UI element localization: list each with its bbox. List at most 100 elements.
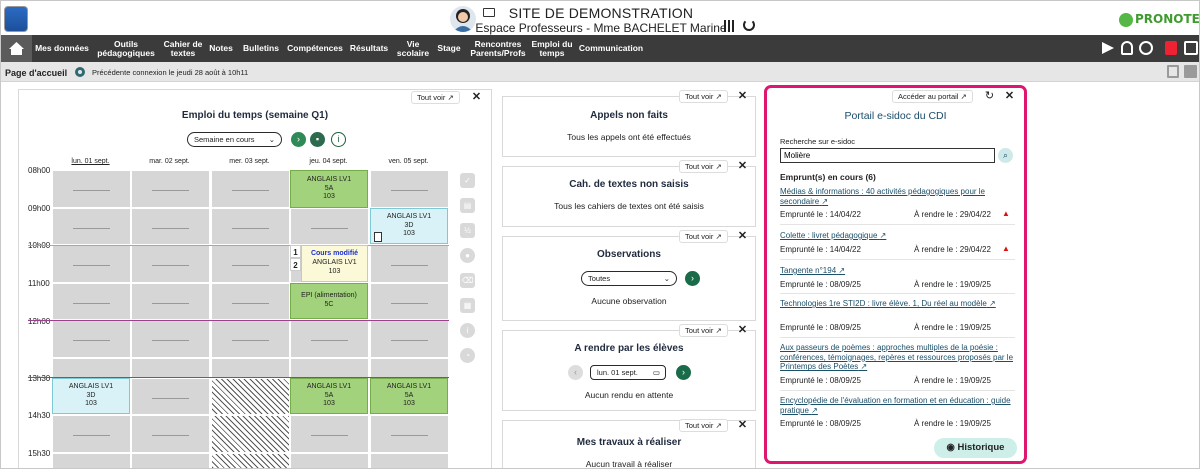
info-side-icon[interactable]: i	[460, 323, 475, 338]
nav-communication[interactable]: Communication	[576, 35, 646, 62]
nav-mes-donnees[interactable]: Mes données	[33, 35, 91, 62]
loan-title-link[interactable]: Tangente n°194 ↗	[780, 266, 1020, 276]
timetable-slot[interactable]	[370, 320, 449, 358]
nav-emploi-du-temps[interactable]: Emploi du temps	[530, 35, 574, 62]
course-card[interactable]: ANGLAIS LV1 5A 103	[290, 170, 368, 208]
timetable-slot[interactable]	[52, 170, 131, 208]
week-select[interactable]: Semaine en cours ⌄	[187, 132, 282, 147]
qr-code-icon[interactable]	[724, 20, 736, 32]
nav-notes[interactable]: Notes	[206, 35, 236, 62]
nav-rencontres[interactable]: Rencontres Parents/Profs	[467, 35, 529, 62]
skills-icon[interactable]: ●	[460, 248, 475, 263]
absence-icon[interactable]: ⌫	[460, 273, 475, 288]
timetable-slot[interactable]	[131, 378, 210, 415]
notebook-icon[interactable]: ▤	[460, 198, 475, 213]
a-rendre-close-icon[interactable]: ✕	[736, 324, 749, 337]
timetable-slot[interactable]	[211, 245, 290, 283]
course-card[interactable]: ANGLAIS LV1 3D 103	[52, 378, 130, 414]
travaux-close-icon[interactable]: ✕	[736, 419, 749, 432]
timetable-slot[interactable]	[211, 378, 290, 415]
timetable-slot[interactable]	[370, 358, 449, 378]
nav-cahier-de-textes[interactable]: Cahier de textes	[161, 35, 205, 62]
timetable-slot[interactable]	[131, 208, 210, 245]
timetable-slot[interactable]	[290, 208, 369, 245]
timetable-slot[interactable]	[131, 245, 210, 283]
loan-title-link[interactable]: Aux passeurs de poèmes : approches multi…	[780, 343, 1020, 372]
history-button[interactable]: ◉ Historique	[934, 438, 1017, 458]
timetable-slot[interactable]	[52, 208, 131, 245]
timetable-slot[interactable]	[211, 320, 290, 358]
timetable-slot[interactable]	[370, 415, 449, 453]
info-icon[interactable]: i	[331, 132, 346, 147]
report-icon[interactable]: ▦	[460, 298, 475, 313]
timetable-slot[interactable]	[370, 245, 449, 283]
timetable-slot[interactable]	[211, 283, 290, 320]
loan-title-link[interactable]: Technologies 1re STI2D : livre élève. 1,…	[780, 299, 1020, 309]
timetable-slot[interactable]	[211, 453, 290, 468]
a-rendre-date-picker[interactable]: lun. 01 sept. ▭	[590, 365, 666, 380]
observations-select[interactable]: Toutes ⌄	[581, 271, 677, 286]
course-card[interactable]: Cours modifié ANGLAIS LV1 103	[301, 245, 368, 282]
nav-bulletins[interactable]: Bulletins	[239, 35, 283, 62]
grades-icon[interactable]: ½	[460, 223, 475, 238]
observations-go-button[interactable]: ›	[685, 271, 700, 286]
day-header[interactable]: jeu. 04 sept.	[290, 158, 367, 165]
timetable-slot[interactable]	[131, 453, 210, 468]
stats-pie-icon[interactable]: ◔	[460, 348, 475, 363]
search-icon[interactable]: ⌕	[998, 148, 1013, 163]
print-icon[interactable]	[1184, 65, 1197, 78]
timetable-slot[interactable]	[131, 170, 210, 208]
timetable-slot[interactable]	[290, 453, 369, 468]
timetable-slot[interactable]	[131, 415, 210, 453]
settings-gear-icon[interactable]	[75, 67, 85, 77]
timetable-tout-voir-button[interactable]: Tout voir ↗	[411, 91, 460, 104]
refresh-icon[interactable]: ↻	[983, 90, 996, 103]
portal-access-button[interactable]: Accéder au portail ↗	[892, 90, 973, 103]
previous-date-button[interactable]: ‹	[568, 365, 583, 380]
observations-close-icon[interactable]: ✕	[736, 230, 749, 243]
timetable-slot[interactable]	[370, 453, 449, 468]
timetable-slot[interactable]	[211, 358, 290, 378]
course-card[interactable]: ANGLAIS LV1 5A 103	[370, 378, 448, 414]
course-card[interactable]: ANGLAIS LV1 5A 103	[290, 378, 368, 414]
appels-tout-voir-button[interactable]: Tout voir ↗	[679, 90, 728, 103]
timetable-close-icon[interactable]: ✕	[470, 91, 483, 104]
timetable-slot[interactable]	[52, 245, 131, 283]
timetable-slot[interactable]	[52, 415, 131, 453]
nav-competences[interactable]: Compétences	[284, 35, 346, 62]
day-header[interactable]: mar. 02 sept.	[131, 158, 208, 165]
loan-title-link[interactable]: Encyclopédie de l'évaluation en formatio…	[780, 396, 1020, 415]
timetable-slot[interactable]	[131, 320, 210, 358]
timetable-slot[interactable]	[290, 358, 369, 378]
timetable-slot[interactable]	[370, 283, 449, 320]
save-icon[interactable]	[1167, 65, 1179, 78]
timetable-slot[interactable]	[290, 320, 369, 358]
timetable-slot[interactable]	[131, 283, 210, 320]
messages-icon[interactable]	[1184, 41, 1198, 55]
next-week-button[interactable]: ›	[291, 132, 306, 147]
timetable-slot[interactable]	[211, 415, 290, 453]
timetable-slot[interactable]	[52, 320, 131, 358]
send-icon[interactable]	[1102, 42, 1114, 54]
cahier-close-icon[interactable]: ✕	[736, 160, 749, 173]
loan-title-link[interactable]: Colette : livret pédagogique ↗	[780, 231, 1020, 241]
timetable-slot[interactable]	[370, 170, 449, 208]
logout-icon[interactable]	[743, 19, 755, 31]
timetable-slot[interactable]	[131, 358, 210, 378]
avatar[interactable]	[450, 6, 476, 32]
timetable-slot[interactable]	[290, 415, 369, 453]
print-timetable-icon[interactable]: ▪	[310, 132, 325, 147]
course-card[interactable]: EPI (alimentation) 5C	[290, 283, 368, 319]
nav-vie-scolaire[interactable]: Vie scolaire	[394, 35, 432, 62]
day-header[interactable]: ven. 05 sept.	[370, 158, 447, 165]
observations-tout-voir-button[interactable]: Tout voir ↗	[679, 230, 728, 243]
timetable-slot[interactable]	[211, 208, 290, 245]
search-input[interactable]	[780, 148, 995, 163]
day-header[interactable]: mer. 03 sept.	[211, 158, 288, 165]
timetable-slot[interactable]	[52, 283, 131, 320]
globe-icon[interactable]	[1139, 41, 1153, 55]
day-header[interactable]: lun. 01 sept.	[52, 158, 129, 165]
nav-stage[interactable]: Stage	[434, 35, 464, 62]
next-date-button[interactable]: ›	[676, 365, 691, 380]
a-rendre-tout-voir-button[interactable]: Tout voir ↗	[679, 324, 728, 337]
